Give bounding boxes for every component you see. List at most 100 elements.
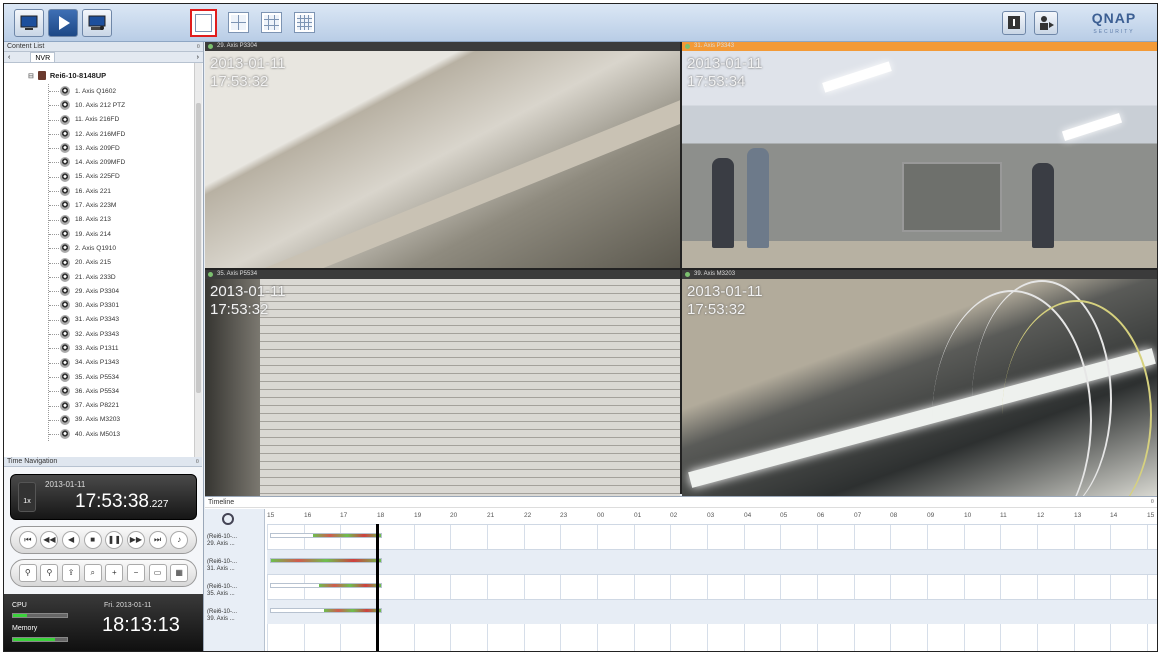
sidebar-item-camera[interactable]: 32. Axis P3343 xyxy=(49,327,125,341)
sidebar-item-camera[interactable]: 36. Axis P5534 xyxy=(49,384,125,398)
step-back-icon[interactable]: ◀ xyxy=(62,531,81,549)
sidebar-item-camera[interactable]: 19. Axis 214 xyxy=(49,227,125,241)
pause-icon[interactable]: ❚❚ xyxy=(105,531,124,549)
sidebar-item-camera[interactable]: 16. Axis 221 xyxy=(49,184,125,198)
hour-tick-label: 06 xyxy=(817,512,825,519)
tree-scrollbar[interactable] xyxy=(194,63,202,457)
sidebar-item-camera[interactable]: 29. Axis P3304 xyxy=(49,284,125,298)
info-button[interactable] xyxy=(1002,11,1026,35)
timeline-track[interactable] xyxy=(267,599,1157,624)
sidebar-item-camera[interactable]: 40. Axis M5013 xyxy=(49,427,125,441)
timeline-track[interactable] xyxy=(267,574,1157,599)
calendar-button[interactable]: 1x xyxy=(18,482,36,512)
grid-icon[interactable]: ▦ xyxy=(170,564,189,582)
marker-list-icon[interactable]: ⚲ xyxy=(40,564,59,582)
pin-icon[interactable]: ¤ xyxy=(1151,497,1154,508)
server-node[interactable]: ⊟ Rei6-10-8148UP xyxy=(28,71,106,80)
camera-label: 13. Axis 209FD xyxy=(75,144,120,152)
timeline-cursor[interactable] xyxy=(376,524,379,651)
layout-1x1-button[interactable] xyxy=(190,9,217,37)
playback-clock: 1x 2013-01-11 17:53:38.227 xyxy=(10,474,197,520)
zoom-in-icon[interactable]: + xyxy=(105,564,124,582)
volume-icon[interactable]: ♪ xyxy=(170,531,189,549)
zoom-out-icon[interactable]: − xyxy=(126,564,145,582)
scrollbar-thumb[interactable] xyxy=(196,103,201,393)
camera-icon xyxy=(60,157,70,168)
tab-nvr[interactable]: NVR xyxy=(30,52,56,62)
sidebar-item-camera[interactable]: 17. Axis 223M xyxy=(49,198,125,212)
sidebar-item-camera[interactable]: 21. Axis 233D xyxy=(49,270,125,284)
camera-icon xyxy=(60,329,70,340)
video-timestamp: 2013-01-11 17:53:34 xyxy=(687,55,763,90)
sidebar-item-camera[interactable]: 39. Axis M3203 xyxy=(49,413,125,427)
sidebar-item-camera[interactable]: 33. Axis P1311 xyxy=(49,341,125,355)
hour-tick-label: 08 xyxy=(890,512,898,519)
timeline-zoom-icon[interactable] xyxy=(222,513,234,525)
server-settings-icon xyxy=(88,15,106,30)
sidebar-item-camera[interactable]: 14. Axis 209MFD xyxy=(49,155,125,169)
sidebar-item-camera[interactable]: 12. Axis 216MFD xyxy=(49,127,125,141)
first-frame-icon[interactable]: ⏮ xyxy=(18,531,37,549)
timeline-panel: Timeline ¤ (Rei6-10-... 29. Axis ... (Rei6… xyxy=(205,496,1157,651)
monitor-icon xyxy=(20,15,38,30)
video-tile[interactable]: 39. Axis M3203 2013-01-11 17:53:32 xyxy=(682,270,1157,496)
ceiling-lamp xyxy=(1061,112,1123,142)
timeline-tracks[interactable] xyxy=(267,524,1157,651)
marker-icon[interactable]: ⚲ xyxy=(18,564,37,582)
settings-mode-button[interactable] xyxy=(82,9,112,37)
sidebar-item-camera[interactable]: 15. Axis 225FD xyxy=(49,170,125,184)
play-icon xyxy=(59,16,70,30)
camera-icon xyxy=(60,214,70,225)
sidebar-item-camera[interactable]: 11. Axis 216FD xyxy=(49,113,125,127)
video-tile[interactable]: 35. Axis P5534 2013-01-11 17:53:32 xyxy=(205,270,680,496)
pin-icon[interactable]: ¤ xyxy=(197,42,200,52)
memory-meter xyxy=(12,637,68,642)
camera-label: 31. Axis P3343 xyxy=(75,316,119,324)
video-grid: 29. Axis P3304 2013-01-11 17:53:32 31. Ax… xyxy=(205,42,1157,496)
camera-label: 37. Axis P8221 xyxy=(75,402,119,410)
playback-mode-button[interactable] xyxy=(48,9,78,37)
sidebar-item-camera[interactable]: 18. Axis 213 xyxy=(49,213,125,227)
sidebar-item-camera[interactable]: 13. Axis 209FD xyxy=(49,141,125,155)
layout-3x3-button[interactable] xyxy=(261,12,282,33)
camera-label: 16. Axis 221 xyxy=(75,187,111,195)
layout-4x4-button[interactable] xyxy=(294,12,315,33)
timeline-hour-ruler[interactable]: 15 16 17 18 19 20 21 22 23 00 01 02 03 04 05 06 07 08 09 10… xyxy=(267,512,1157,524)
timeline-track[interactable] xyxy=(267,524,1157,549)
camera-icon xyxy=(60,400,70,411)
equipment-rack xyxy=(902,162,1002,232)
logout-button[interactable] xyxy=(1034,11,1058,35)
snapshot-icon[interactable]: ▭ xyxy=(148,564,167,582)
stop-icon[interactable]: ■ xyxy=(83,531,102,549)
video-tile-selected[interactable]: 31. Axis P3343 2013-01-11 17:53:34 xyxy=(682,42,1157,268)
timeline-labels: (Rei6-10-... 29. Axis ... (Rei6-10-... 31.… xyxy=(205,509,265,651)
camera-label: 30. Axis P3301 xyxy=(75,302,119,310)
ceiling-lamp xyxy=(822,61,892,93)
monitor-mode-button[interactable] xyxy=(14,9,44,37)
hour-tick-label: 12 xyxy=(1037,512,1045,519)
layout-2x2-button[interactable] xyxy=(228,12,249,33)
search-icon[interactable]: ⌕ xyxy=(83,564,102,582)
rewind-icon[interactable]: ◀◀ xyxy=(40,531,59,549)
camera-icon xyxy=(60,86,70,96)
sidebar-item-camera[interactable]: 1. Axis Q1602 xyxy=(49,84,125,98)
camera-icon xyxy=(60,371,70,382)
timeline-header: Timeline ¤ xyxy=(205,497,1157,508)
tab-prev-arrow[interactable]: ‹ xyxy=(4,52,14,62)
sidebar-item-camera[interactable]: 35. Axis P5534 xyxy=(49,370,125,384)
sidebar-item-camera[interactable]: 30. Axis P3301 xyxy=(49,298,125,312)
sidebar-item-camera[interactable]: 10. Axis 212 PTZ xyxy=(49,98,125,112)
tab-next-arrow[interactable]: › xyxy=(193,52,203,62)
pin-icon[interactable]: ¤ xyxy=(196,457,199,467)
collapse-icon[interactable]: ⊟ xyxy=(28,72,34,80)
sidebar-item-camera[interactable]: 37. Axis P8221 xyxy=(49,399,125,413)
sidebar-item-camera[interactable]: 2. Axis Q1910 xyxy=(49,241,125,255)
sidebar-item-camera[interactable]: 34. Axis P1343 xyxy=(49,356,125,370)
timeline-track[interactable] xyxy=(267,549,1157,574)
sidebar-item-camera[interactable]: 20. Axis 215 xyxy=(49,256,125,270)
video-tile[interactable]: 29. Axis P3304 2013-01-11 17:53:32 xyxy=(205,42,680,268)
last-frame-icon[interactable]: ⏭ xyxy=(148,531,167,549)
export-icon[interactable]: ⇪ xyxy=(62,564,81,582)
fast-forward-icon[interactable]: ▶▶ xyxy=(126,531,145,549)
sidebar-item-camera[interactable]: 31. Axis P3343 xyxy=(49,313,125,327)
